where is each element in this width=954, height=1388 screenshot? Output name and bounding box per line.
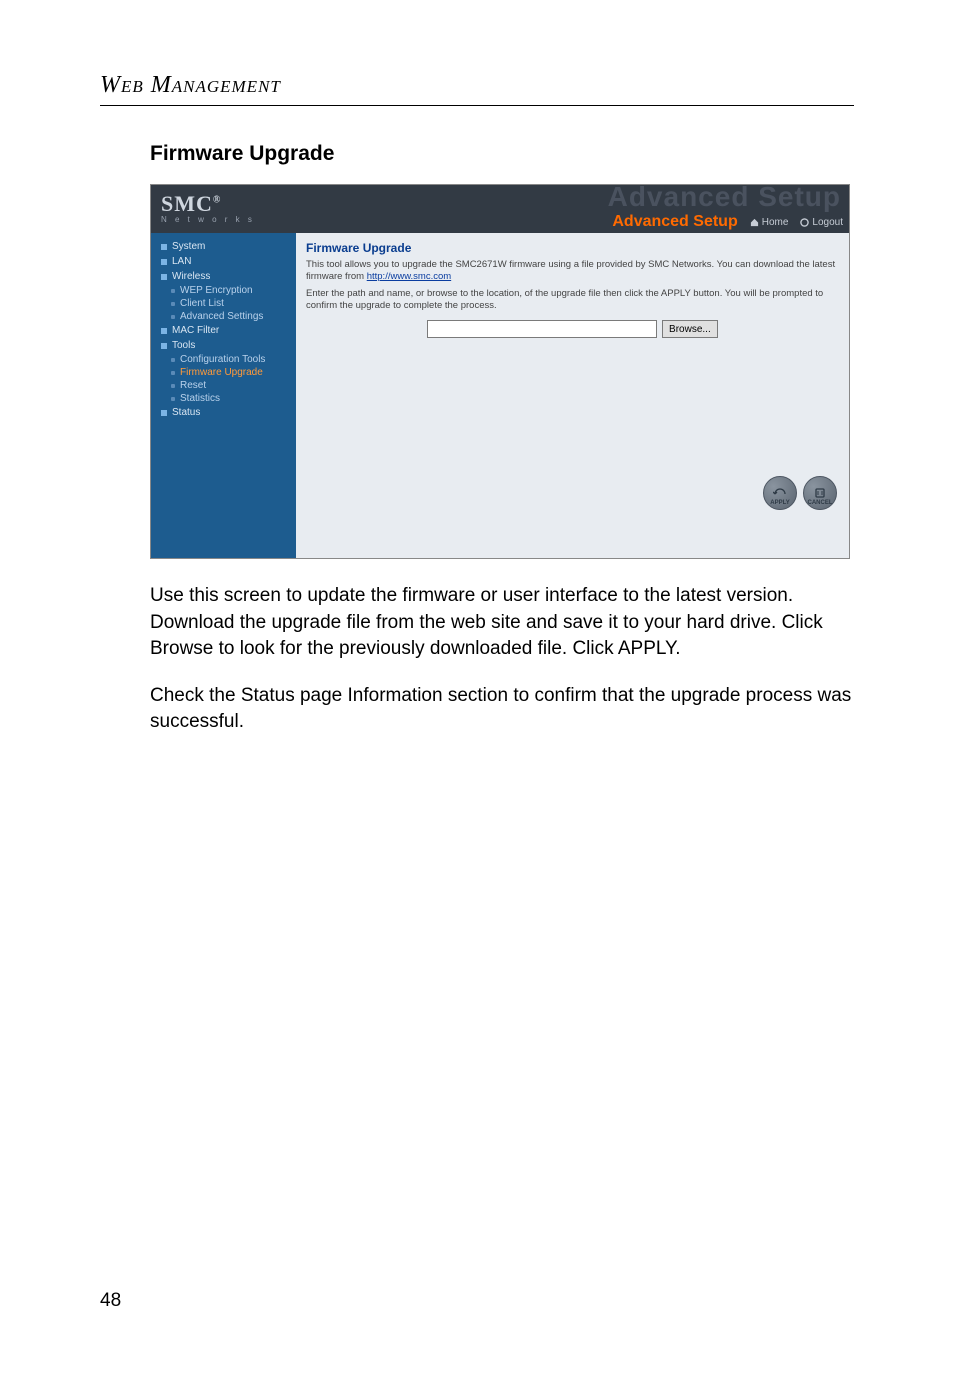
ss-body: System LAN Wireless WEP Encryption Clien… bbox=[151, 233, 849, 558]
sidebar-item-tools[interactable]: Tools bbox=[151, 338, 296, 353]
watermark-text: Advanced Setup bbox=[608, 184, 841, 213]
upload-row: Browse... bbox=[306, 320, 839, 338]
home-link[interactable]: Home bbox=[744, 216, 795, 229]
bullet-icon bbox=[171, 397, 175, 401]
sidebar-item-wireless[interactable]: Wireless bbox=[151, 269, 296, 284]
sidebar-label: WEP Encryption bbox=[180, 285, 253, 296]
body-paragraph-1: Use this screen to update the firmware o… bbox=[150, 583, 854, 663]
section-title: Firmware Upgrade bbox=[150, 142, 954, 166]
cancel-icon bbox=[813, 487, 827, 499]
sidebar-item-status[interactable]: Status bbox=[151, 405, 296, 420]
home-label: Home bbox=[762, 217, 789, 228]
home-icon bbox=[750, 218, 759, 227]
sidebar-label: Client List bbox=[180, 298, 224, 309]
logout-link[interactable]: Logout bbox=[794, 216, 849, 229]
header-bar: Advanced Setup Home Logout bbox=[612, 213, 849, 231]
apply-icon bbox=[773, 487, 787, 499]
router-ui-screenshot: SMC® N e t w o r k s Advanced Setup Adva… bbox=[150, 184, 850, 559]
page-header: Web Management bbox=[0, 0, 954, 99]
bullet-icon bbox=[161, 328, 167, 334]
ss-logo-area: SMC® N e t w o r k s bbox=[151, 185, 296, 233]
sidebar-label: Tools bbox=[172, 340, 195, 351]
content-paragraph-1: This tool allows you to upgrade the SMC2… bbox=[306, 259, 839, 284]
ss-header-right: Advanced Setup Advanced Setup Home Logou… bbox=[296, 185, 849, 233]
file-path-input[interactable] bbox=[427, 320, 657, 338]
page-number: 48 bbox=[100, 1290, 121, 1312]
sidebar-label: Statistics bbox=[180, 393, 220, 404]
apply-label: APPLY bbox=[770, 500, 789, 506]
sidebar-item-system[interactable]: System bbox=[151, 239, 296, 254]
apply-button[interactable]: APPLY bbox=[763, 476, 797, 510]
advanced-setup-label: Advanced Setup bbox=[612, 213, 743, 231]
sidebar-item-lan[interactable]: LAN bbox=[151, 254, 296, 269]
content-title: Firmware Upgrade bbox=[306, 241, 839, 255]
sidebar-sub-stats[interactable]: Statistics bbox=[151, 392, 296, 405]
smc-link[interactable]: http://www.smc.com bbox=[367, 271, 451, 282]
sidebar-sub-config[interactable]: Configuration Tools bbox=[151, 353, 296, 366]
brand-reg: ® bbox=[213, 195, 221, 206]
action-buttons: APPLY CANCEL bbox=[763, 476, 837, 510]
content-panel: Firmware Upgrade This tool allows you to… bbox=[296, 233, 849, 558]
sidebar-sub-advanced[interactable]: Advanced Settings bbox=[151, 310, 296, 323]
logout-icon bbox=[800, 218, 809, 227]
sidebar-sub-reset[interactable]: Reset bbox=[151, 379, 296, 392]
bullet-icon bbox=[171, 315, 175, 319]
browse-button[interactable]: Browse... bbox=[662, 320, 718, 338]
brand-text: SMC bbox=[161, 191, 213, 216]
sidebar-sub-clientlist[interactable]: Client List bbox=[151, 297, 296, 310]
sidebar-label: System bbox=[172, 241, 205, 252]
sidebar-label: LAN bbox=[172, 256, 191, 267]
bullet-icon bbox=[171, 358, 175, 362]
bullet-icon bbox=[161, 244, 167, 250]
sidebar-label: Wireless bbox=[172, 271, 210, 282]
bullet-icon bbox=[171, 371, 175, 375]
logout-label: Logout bbox=[812, 217, 843, 228]
sidebar-label: Reset bbox=[180, 380, 206, 391]
bullet-icon bbox=[171, 384, 175, 388]
sidebar-label: Firmware Upgrade bbox=[180, 367, 263, 378]
bullet-icon bbox=[161, 259, 167, 265]
sidebar-label: Status bbox=[172, 407, 200, 418]
bullet-icon bbox=[161, 410, 167, 416]
body-paragraph-2: Check the Status page Information sectio… bbox=[150, 683, 854, 736]
cancel-button[interactable]: CANCEL bbox=[803, 476, 837, 510]
bullet-icon bbox=[161, 274, 167, 280]
sidebar-item-macfilter[interactable]: MAC Filter bbox=[151, 323, 296, 338]
bullet-icon bbox=[171, 302, 175, 306]
bullet-icon bbox=[171, 289, 175, 293]
sidebar-sub-firmware[interactable]: Firmware Upgrade bbox=[151, 366, 296, 379]
bullet-icon bbox=[161, 343, 167, 349]
brand-logo: SMC® bbox=[161, 191, 296, 217]
sidebar-label: Configuration Tools bbox=[180, 354, 265, 365]
cancel-label: CANCEL bbox=[808, 500, 833, 506]
sidebar-label: MAC Filter bbox=[172, 325, 219, 336]
sidebar: System LAN Wireless WEP Encryption Clien… bbox=[151, 233, 296, 558]
content-paragraph-2: Enter the path and name, or browse to th… bbox=[306, 288, 839, 313]
sidebar-sub-wep[interactable]: WEP Encryption bbox=[151, 284, 296, 297]
ss-header: SMC® N e t w o r k s Advanced Setup Adva… bbox=[151, 185, 849, 233]
sidebar-label: Advanced Settings bbox=[180, 311, 263, 322]
brand-subtext: N e t w o r k s bbox=[161, 215, 296, 224]
header-rule bbox=[100, 105, 854, 106]
